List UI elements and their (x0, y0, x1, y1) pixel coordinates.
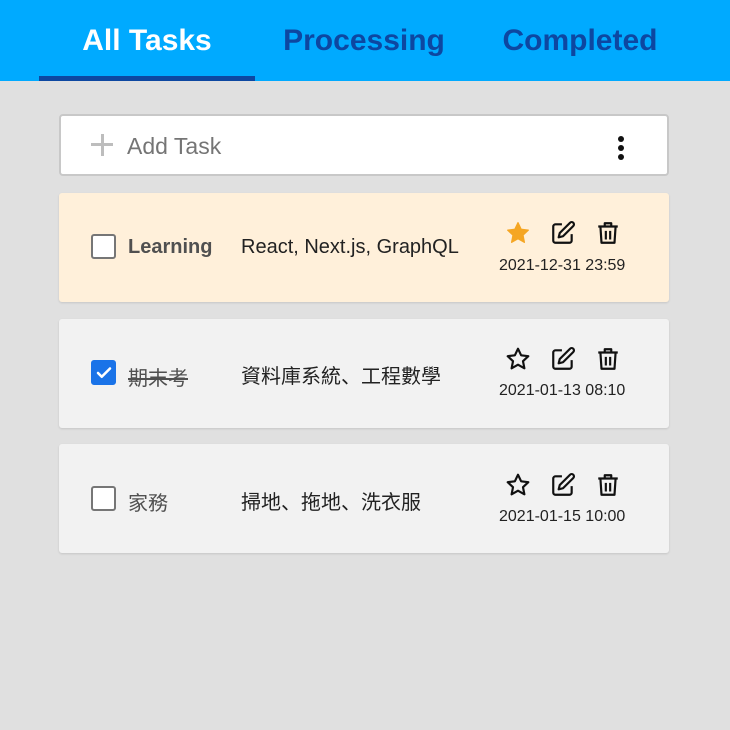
edit-icon[interactable] (550, 472, 576, 498)
task-checkbox[interactable] (91, 486, 116, 511)
task-card: 期末考 資料庫系統、工程數學 2021-01-13 08:10 (59, 319, 669, 428)
trash-icon[interactable] (595, 472, 621, 498)
task-card: Learning React, Next.js, GraphQL 2021-12… (59, 193, 669, 302)
add-task-input[interactable] (127, 126, 587, 166)
task-description: 掃地、拖地、洗衣服 (241, 492, 421, 514)
tab-bar: All Tasks Processing Completed (0, 0, 730, 81)
task-card: 家務 掃地、拖地、洗衣服 2021-01-15 10:00 (59, 444, 669, 553)
more-vert-icon[interactable] (610, 135, 632, 161)
trash-icon[interactable] (595, 346, 621, 372)
tab-completed[interactable]: Completed (473, 0, 687, 81)
task-date: 2021-01-15 10:00 (499, 508, 626, 525)
task-checkbox[interactable] (91, 234, 116, 259)
edit-icon[interactable] (550, 220, 576, 246)
task-description: 資料庫系統、工程數學 (241, 366, 441, 388)
add-task-bar (59, 114, 669, 176)
tab-processing[interactable]: Processing (255, 0, 473, 81)
task-date: 2021-01-13 08:10 (499, 382, 626, 399)
star-outline-icon[interactable] (505, 472, 531, 498)
star-icon[interactable] (505, 220, 531, 246)
trash-icon[interactable] (595, 220, 621, 246)
star-outline-icon[interactable] (505, 346, 531, 372)
tab-all-tasks[interactable]: All Tasks (39, 0, 255, 81)
task-description: React, Next.js, GraphQL (241, 236, 459, 258)
edit-icon[interactable] (550, 346, 576, 372)
task-title: Learning (128, 236, 213, 258)
task-title: 期末考 (128, 368, 188, 390)
task-title: 家務 (128, 493, 168, 515)
task-date: 2021-12-31 23:59 (499, 257, 626, 274)
plus-icon[interactable] (91, 134, 113, 156)
active-tab-indicator (39, 76, 255, 81)
task-checkbox-checked[interactable] (91, 360, 116, 385)
